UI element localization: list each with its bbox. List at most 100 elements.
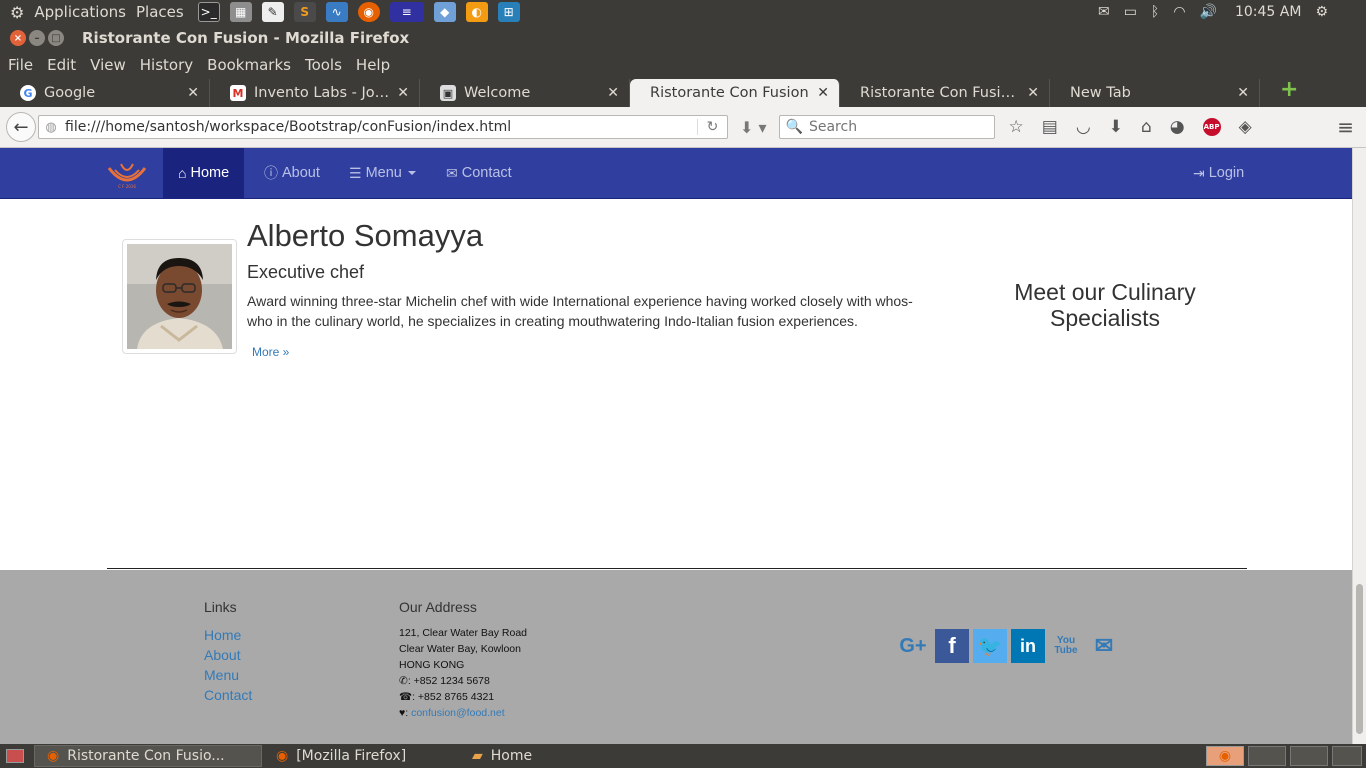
- eclipse-icon[interactable]: ◐: [465, 2, 488, 22]
- menu-view[interactable]: View: [90, 56, 126, 74]
- mail-icon[interactable]: ✉: [1087, 629, 1121, 663]
- menu-edit[interactable]: Edit: [47, 56, 76, 74]
- adblock-plus-icon[interactable]: ABP: [1202, 118, 1221, 136]
- twitter-icon[interactable]: 🐦: [973, 629, 1007, 663]
- system-indicators: ✉ ▭ ᛒ ◠ 🔊 10:45 AM ⚙: [1098, 0, 1366, 24]
- tab-google[interactable]: G Google ✕: [0, 79, 210, 107]
- tab-ristorante-active[interactable]: Ristorante Con Fusion ✕: [630, 79, 840, 107]
- search-bar[interactable]: 🔍: [778, 115, 995, 139]
- close-tab-icon[interactable]: ✕: [187, 85, 199, 101]
- wifi-icon[interactable]: ◠: [1173, 4, 1185, 20]
- ubuntu-logo-icon[interactable]: ⚙: [10, 3, 24, 22]
- youtube-icon[interactable]: You Tube: [1049, 629, 1083, 663]
- applications-menu[interactable]: Applications: [34, 3, 126, 21]
- virtualbox-icon[interactable]: ◆: [433, 2, 456, 22]
- menu-help[interactable]: Help: [356, 56, 390, 74]
- bookmark-star-icon[interactable]: ☆: [1009, 117, 1024, 137]
- tab-new-tab[interactable]: New Tab ✕: [1050, 79, 1260, 107]
- firefox-icon: ◉: [47, 748, 60, 764]
- new-tab-plus-icon[interactable]: +: [1280, 77, 1298, 102]
- tab-ristorante-2[interactable]: Ristorante Con Fusion: ... ✕: [840, 79, 1050, 107]
- footer-link-home[interactable]: Home: [204, 627, 241, 643]
- url-input[interactable]: [65, 119, 697, 135]
- chat-icon[interactable]: ◕: [1170, 117, 1185, 137]
- show-desktop-icon[interactable]: [6, 749, 24, 763]
- menu-bookmarks[interactable]: Bookmarks: [207, 56, 291, 74]
- close-tab-icon[interactable]: ✕: [397, 85, 409, 101]
- menu-tools[interactable]: Tools: [305, 56, 342, 74]
- workspace-switcher-icon[interactable]: ≡: [389, 2, 424, 22]
- maximize-window-icon[interactable]: □: [48, 30, 64, 46]
- reading-list-icon[interactable]: ▤: [1042, 117, 1058, 137]
- taskbar-item-label: Home: [490, 748, 533, 764]
- battery-icon[interactable]: ▭: [1124, 4, 1137, 20]
- nav-home[interactable]: ⌂ Home: [163, 148, 245, 198]
- gmail-icon: M: [230, 85, 246, 101]
- search-input[interactable]: [808, 119, 994, 135]
- home-icon[interactable]: ⌂: [1141, 117, 1152, 137]
- scrollbar-thumb[interactable]: [1356, 584, 1363, 734]
- clock[interactable]: 10:45 AM: [1235, 4, 1301, 20]
- more-link[interactable]: More »: [252, 345, 289, 359]
- firefox-icon[interactable]: ◉: [357, 2, 380, 22]
- hamburger-menu-icon[interactable]: ≡: [1337, 115, 1354, 139]
- close-tab-icon[interactable]: ✕: [1237, 85, 1249, 101]
- footer-link-about[interactable]: About: [204, 647, 241, 663]
- linkedin-icon[interactable]: in: [1011, 629, 1045, 663]
- nav-about[interactable]: ⓘ About: [264, 148, 320, 198]
- info-icon: ⓘ: [264, 165, 278, 181]
- menu-history[interactable]: History: [140, 56, 193, 74]
- places-menu[interactable]: Places: [136, 3, 184, 21]
- workspace-2-icon[interactable]: [1248, 746, 1286, 766]
- menu-file[interactable]: File: [8, 56, 33, 74]
- close-tab-icon[interactable]: ✕: [1027, 85, 1039, 101]
- back-arrow-icon[interactable]: ←: [6, 112, 36, 142]
- terminal-icon[interactable]: >_: [197, 2, 220, 22]
- extension-icon[interactable]: ◈: [1239, 117, 1252, 137]
- tab-invento-labs[interactable]: M Invento Labs - Job O... ✕: [210, 79, 420, 107]
- chef-role: Executive chef: [247, 262, 365, 282]
- minimize-window-icon[interactable]: –: [29, 30, 45, 46]
- phone-line: ✆: +852 1234 5678: [399, 673, 527, 689]
- nav-contact[interactable]: ✉ Contact: [446, 148, 512, 198]
- taskbar-item-label: Ristorante Con Fusio...: [67, 748, 225, 764]
- workspace-firefox-icon[interactable]: ◉: [1206, 746, 1244, 766]
- chef-description: Award winning three-star Michelin chef w…: [247, 293, 913, 329]
- address-bar[interactable]: ◍ ↻: [38, 115, 728, 139]
- tab-strip: G Google ✕ M Invento Labs - Job O... ✕ ▣…: [0, 77, 1366, 107]
- volume-icon[interactable]: 🔊: [1200, 4, 1217, 20]
- pocket-icon[interactable]: ◡: [1076, 117, 1091, 137]
- close-tab-icon[interactable]: ✕: [817, 85, 829, 101]
- facebook-icon[interactable]: f: [935, 629, 969, 663]
- taskbar-item-home[interactable]: ▰ Home: [464, 748, 624, 764]
- restaurant-logo-icon[interactable]: C F 2016: [105, 158, 149, 190]
- calculator-icon[interactable]: ▦: [229, 2, 252, 22]
- email-link[interactable]: confusion@food.net: [411, 707, 505, 719]
- sublime-text-icon[interactable]: S: [293, 2, 316, 22]
- vertical-scrollbar[interactable]: [1352, 148, 1366, 744]
- footer-link-contact[interactable]: Contact: [204, 687, 252, 703]
- nav-about-label: About: [282, 165, 320, 181]
- system-monitor-icon[interactable]: ∿: [325, 2, 348, 22]
- close-tab-icon[interactable]: ✕: [607, 85, 619, 101]
- taskbar-item-ristorante[interactable]: ◉ Ristorante Con Fusio...: [34, 745, 262, 767]
- mail-icon[interactable]: ✉: [1098, 4, 1110, 20]
- bluetooth-icon[interactable]: ᛒ: [1151, 4, 1159, 20]
- taskbar-item-firefox[interactable]: ◉ [Mozilla Firefox]: [268, 748, 458, 764]
- nav-login[interactable]: ⇥ Login: [1193, 148, 1244, 198]
- reload-icon[interactable]: ↻: [697, 119, 727, 135]
- close-window-icon[interactable]: ×: [10, 30, 26, 46]
- power-icon[interactable]: ⚙: [1315, 4, 1328, 20]
- workspace-3-icon[interactable]: [1290, 746, 1328, 766]
- download-dropdown-icon[interactable]: ⬇ ▾: [740, 118, 767, 137]
- app-launcher-icon[interactable]: ⊞: [497, 2, 520, 22]
- footer-link-menu[interactable]: Menu: [204, 667, 239, 683]
- window-titlebar: × – □ Ristorante Con Fusion - Mozilla Fi…: [0, 24, 1366, 52]
- text-editor-icon[interactable]: ✎: [261, 2, 284, 22]
- nav-menu[interactable]: ☰ Menu: [349, 148, 416, 198]
- workspace-4-icon[interactable]: [1332, 746, 1362, 766]
- tab-welcome[interactable]: ▣ Welcome ✕: [420, 79, 630, 107]
- page-icon: ▣: [440, 85, 456, 101]
- google-plus-icon[interactable]: G+: [896, 629, 930, 663]
- downloads-icon[interactable]: ⬇: [1109, 117, 1123, 137]
